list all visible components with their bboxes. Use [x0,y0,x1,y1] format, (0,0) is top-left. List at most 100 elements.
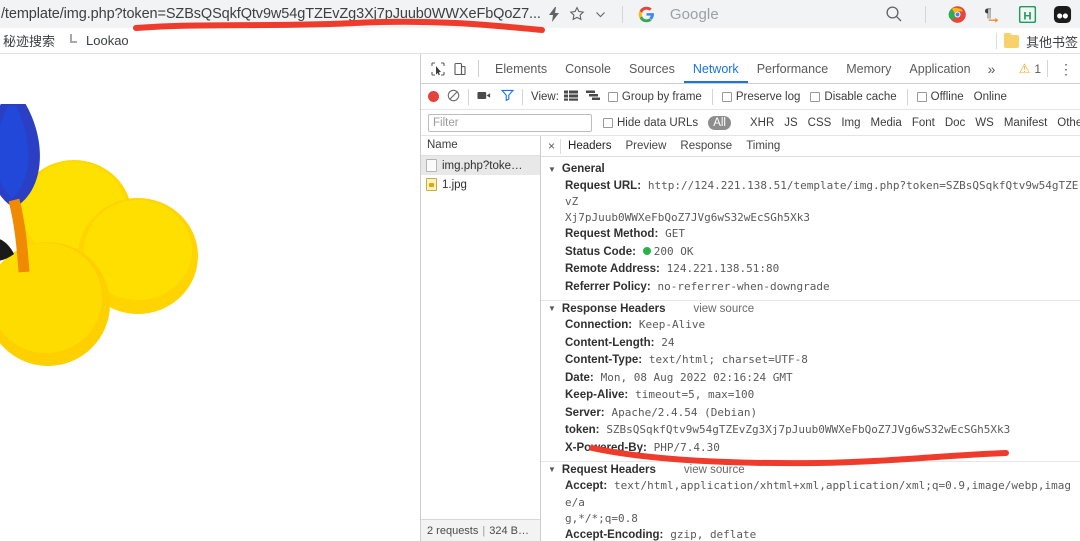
header-value: 24 [661,335,675,349]
filter-type-css[interactable]: CSS [803,116,837,130]
toolbar-divider-4 [906,88,908,105]
tab-network[interactable]: Network [684,54,748,83]
close-icon[interactable]: × [543,139,560,153]
header-value: timeout=5, max=100 [635,388,755,401]
tab-memory[interactable]: Memory [837,54,900,83]
tab-preview[interactable]: Preview [618,136,673,156]
toolbar-divider-1 [468,88,469,105]
tab-headers[interactable]: Headers [561,136,618,156]
pilcrow-icon[interactable]: ¶ [983,5,1002,24]
devtools-menu-icon[interactable]: ⋮ [1050,62,1080,76]
clear-icon[interactable] [447,89,460,105]
header-value: GET [665,227,685,240]
tab-console[interactable]: Console [556,54,620,83]
filter-type-img[interactable]: Img [836,116,865,130]
header-keep-alive: Keep-Alive: timeout=5, max=100 [541,387,1080,405]
list-view-icon[interactable] [563,90,578,104]
filter-type-media[interactable]: Media [866,116,907,130]
status-separator: | [482,524,486,537]
camera-icon[interactable] [477,90,491,104]
tab-timing[interactable]: Timing [739,136,787,156]
svg-text:H: H [1023,10,1031,22]
header-content-length: Content-Length: 24 [541,334,1080,352]
bookmark-item-0[interactable]: 秘迹搜索 [0,30,62,52]
bookmarks-divider [995,33,997,49]
header-key: Status Code: [565,245,636,258]
header-status-code: Status Code: 200 OK [541,243,1080,261]
chevron-down-icon[interactable] [594,8,607,21]
warning-indicator[interactable]: ⚠ 1 [1019,61,1041,77]
filter-input[interactable] [428,113,592,132]
throttling-select[interactable]: Online [974,91,1007,103]
checkbox-disable-cache[interactable]: Disable cache [810,91,897,103]
yellow-flower-illustration [0,104,198,366]
section-title: Response Headers [561,302,666,315]
tab-performance[interactable]: Performance [748,54,838,83]
tab-application[interactable]: Application [900,54,979,83]
view-label: View: [531,90,559,103]
request-list-header[interactable]: Name [421,136,540,156]
search-icon[interactable] [885,5,903,23]
filter-icon[interactable] [500,89,515,104]
checkbox-icon[interactable] [607,91,618,102]
section-request-headers-header[interactable]: ▼ Request Headers view source [541,462,1080,478]
chrome-extension-icon[interactable] [948,5,967,24]
detail-tabbar: × Headers Preview Response Timing [541,136,1080,157]
tab-response[interactable]: Response [673,136,739,156]
checkbox-icon[interactable] [603,117,613,128]
header-request-method: Request Method: GET [541,226,1080,244]
headers-content[interactable]: ▼ General Request URL: http://124.221.13… [541,157,1080,541]
other-bookmarks-group[interactable]: 其他书签 [995,28,1078,54]
filter-type-other[interactable]: Other [1052,116,1080,130]
checkbox-preserve-log[interactable]: Preserve log [721,91,800,103]
header-key: Server: [565,406,605,419]
h-extension-icon[interactable]: H [1018,5,1037,24]
table-row[interactable]: 1.jpg [421,175,540,194]
tab-elements[interactable]: Elements [486,54,556,83]
dark-extension-icon[interactable] [1053,5,1072,24]
header-value: text/html,application/xhtml+xml,applicat… [565,479,1071,509]
checkbox-group-by-frame[interactable]: Group by frame [607,91,702,103]
lightning-icon[interactable] [548,6,560,22]
table-row[interactable]: img.php?toke… [421,156,540,175]
section-response-headers-header[interactable]: ▼ Response Headers view source [541,301,1080,317]
header-value: Mon, 08 Aug 2022 02:16:24 GMT [600,370,793,384]
star-icon[interactable] [569,6,585,22]
filter-type-ws[interactable]: WS [970,116,999,130]
header-server: Server: Apache/2.4.54 (Debian) [541,404,1080,422]
network-status-bar: 2 requests | 324 B… [421,519,540,541]
checkbox-offline[interactable]: Offline [916,91,964,103]
more-tabs-button[interactable]: » [980,61,1004,77]
network-toolbar: View: Group by frame Preserve log Disabl… [421,84,1080,110]
checkbox-icon[interactable] [916,91,927,102]
filter-type-xhr[interactable]: XHR [745,116,779,130]
search-engine-label: Google [669,5,719,23]
record-icon[interactable] [428,91,439,102]
lookao-icon [69,33,80,48]
filter-type-font[interactable]: Font [907,116,940,130]
url-text[interactable]: /template/img.php?token=SZBsQSqkfQtv9w54… [0,6,541,22]
view-source-link[interactable]: view source [693,303,754,315]
filter-type-js[interactable]: JS [779,116,802,130]
filter-type-manifest[interactable]: Manifest [999,116,1052,130]
header-connection: Connection: Keep-Alive [541,317,1080,335]
checkbox-hide-data-urls[interactable]: Hide data URLs [603,117,698,129]
inspect-element-icon[interactable] [427,58,449,80]
checkbox-icon[interactable] [721,91,732,102]
header-value: 200 OK [653,244,694,258]
section-general-header[interactable]: ▼ General [541,161,1080,177]
header-key: token: [565,424,600,436]
device-toolbar-icon[interactable] [449,58,471,80]
checkbox-icon[interactable] [810,91,821,102]
header-key: Accept: [565,480,608,492]
omnibox-divider [621,5,623,23]
section-title: General [561,163,605,175]
filter-type-doc[interactable]: Doc [940,116,970,130]
filter-type-all[interactable]: All [708,115,731,130]
waterfall-view-icon[interactable] [585,90,600,104]
address-bar[interactable]: /template/img.php?token=SZBsQSqkfQtv9w54… [0,0,1080,28]
tab-sources[interactable]: Sources [620,54,684,83]
bookmark-item-1[interactable]: Lookao [62,30,136,52]
svg-text:¶: ¶ [984,6,992,20]
view-source-link[interactable]: view source [684,464,745,476]
